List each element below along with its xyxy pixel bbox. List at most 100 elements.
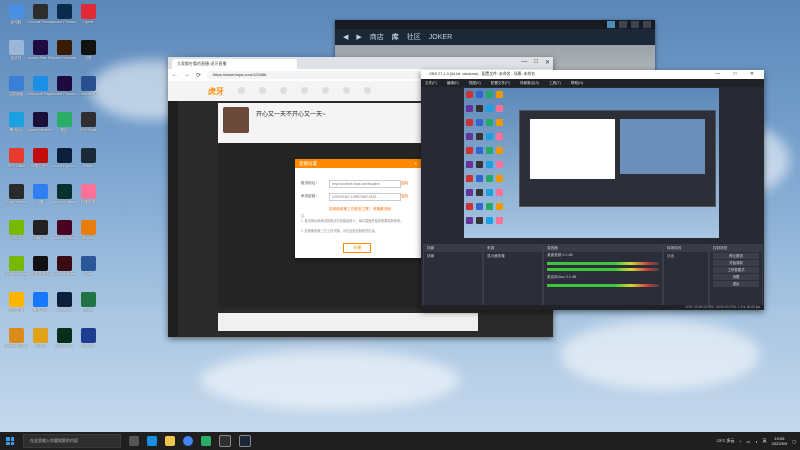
obs-window-controls[interactable]: — □ ✕ bbox=[715, 70, 760, 79]
steam-forward-icon[interactable]: ▶ bbox=[356, 33, 361, 41]
ime-indicator[interactable]: 英 bbox=[763, 438, 767, 444]
desktop-icon[interactable]: Adobe Illustrator bbox=[52, 40, 76, 70]
desktop-icon[interactable]: 控制面板 bbox=[4, 76, 28, 106]
desktop-icon[interactable]: 虎牙直播 bbox=[4, 292, 28, 322]
edge-icon[interactable] bbox=[147, 436, 157, 446]
desktop-icon[interactable]: 迅雷 bbox=[28, 184, 52, 214]
desktop-icon[interactable]: Adobe Photoshop bbox=[52, 4, 76, 34]
obs-menu-item[interactable]: 配置文件(P) bbox=[491, 81, 510, 85]
start-button[interactable] bbox=[3, 434, 17, 448]
reload-icon[interactable]: ⟳ bbox=[196, 72, 201, 79]
back-icon[interactable]: ← bbox=[172, 72, 178, 78]
huya-logo[interactable]: 虎牙 bbox=[208, 86, 224, 97]
stop-stream-button[interactable]: 停止推流 bbox=[713, 253, 759, 259]
steam-back-icon[interactable]: ◀ bbox=[343, 33, 348, 41]
desktop-icon[interactable]: WPS Office bbox=[4, 148, 28, 178]
steam-nav-store[interactable]: 商店 bbox=[370, 32, 384, 42]
desktop-icon[interactable]: NVIDIA bbox=[4, 220, 28, 250]
steam-icon[interactable] bbox=[239, 435, 251, 447]
source-item[interactable]: 显示器采集 bbox=[484, 252, 542, 261]
desktop-icon[interactable]: Steam bbox=[76, 148, 100, 178]
dialog-close-icon[interactable]: × bbox=[414, 161, 417, 166]
wechat-icon[interactable] bbox=[201, 436, 211, 446]
steam-nav-library[interactable]: 库 bbox=[392, 32, 399, 42]
obs-menu-item[interactable]: 视图(V) bbox=[469, 81, 481, 85]
server-field[interactable]: rtmp://al.direct.huya.com/huyalive bbox=[329, 180, 401, 188]
obs-window[interactable]: OBS 27.1.3 (64-bit, windows) - 配置文件: 未命名… bbox=[421, 70, 764, 310]
desktop-icon-label: Word bbox=[83, 272, 93, 276]
desktop-icon[interactable]: Microsoft Edge bbox=[28, 76, 52, 106]
start-recording-button[interactable]: 开始录制 bbox=[713, 260, 759, 266]
hint-link[interactable]: 如何使用第三方推流工具？ 获取推流码 bbox=[329, 207, 391, 212]
steam-nav-user[interactable]: JOKER bbox=[429, 34, 452, 41]
desktop-icon[interactable]: DaVinci Resolve bbox=[28, 4, 52, 34]
desktop-icon[interactable]: Adobe InDesign bbox=[52, 220, 76, 250]
steam-nav-community[interactable]: 社区 bbox=[407, 32, 421, 42]
obs-preview[interactable] bbox=[464, 88, 719, 238]
desktop-icon[interactable]: Epic Games bbox=[4, 184, 28, 214]
desktop-icon[interactable]: PUBG bbox=[28, 328, 52, 358]
weather-widget[interactable]: 23°C 多云 bbox=[716, 438, 734, 444]
desktop-icon[interactable]: 抖音 bbox=[76, 40, 100, 70]
start-live-button[interactable]: 开播 bbox=[343, 243, 371, 253]
steam-titlebar[interactable] bbox=[335, 20, 655, 29]
chrome-icon[interactable] bbox=[183, 436, 193, 446]
desktop-icon[interactable]: 剪映专业版 bbox=[28, 256, 52, 286]
desktop-icon[interactable]: Excel bbox=[76, 292, 100, 322]
close-icon[interactable]: ✕ bbox=[545, 59, 550, 66]
transition-select[interactable]: 淡出 bbox=[664, 252, 708, 261]
desktop-icon[interactable]: Adobe After Effects bbox=[28, 40, 52, 70]
notification-icon[interactable]: ▢ bbox=[792, 439, 796, 444]
obs-title: OBS 27.1.3 (64-bit, windows) - 配置文件: 未命名… bbox=[429, 72, 535, 76]
desktop-icon[interactable]: Adobe Media Encoder bbox=[28, 112, 52, 142]
exit-button[interactable]: 退出 bbox=[713, 281, 759, 287]
desktop-icon[interactable]: Adobe Animate bbox=[52, 256, 76, 286]
desktop-icon[interactable]: OBS Studio bbox=[76, 112, 100, 142]
settings-button[interactable]: 设置 bbox=[713, 274, 759, 280]
desktop-icon[interactable]: Adobe Dw bbox=[52, 328, 76, 358]
desktop-icon[interactable]: Aim Lab bbox=[76, 328, 100, 358]
studio-mode-button[interactable]: 工作室模式 bbox=[713, 267, 759, 273]
volume-icon[interactable]: ◖ bbox=[755, 439, 757, 444]
forward-icon[interactable]: → bbox=[184, 72, 190, 78]
taskbar-search[interactable]: 在这里输入你要搜索的内容 bbox=[23, 434, 121, 448]
task-view-icon[interactable] bbox=[129, 436, 139, 446]
copy-server-button[interactable]: 复制 bbox=[401, 181, 408, 186]
desktop-icon[interactable]: Adobe Audition bbox=[52, 184, 76, 214]
key-field[interactable]: 1199979467-1199979467-5152... bbox=[329, 193, 401, 201]
desktop-icon[interactable]: 哔哩哔哩 bbox=[76, 184, 100, 214]
copy-key-button[interactable]: 复制 bbox=[401, 194, 408, 199]
desktop-icon[interactable]: Adobe Lightroom bbox=[52, 148, 76, 178]
desktop-icon[interactable]: 网易云音乐 bbox=[28, 148, 52, 178]
clock[interactable]: 19:06 2022/5/9 bbox=[772, 436, 788, 446]
app-icon bbox=[80, 4, 96, 19]
desktop-icon[interactable]: Cinema 4D bbox=[76, 76, 100, 106]
obs-menu-item[interactable]: 场景集合(S) bbox=[520, 81, 539, 85]
desktop-icon[interactable]: 微信 bbox=[52, 112, 76, 142]
obs-menu-item[interactable]: 编辑(E) bbox=[447, 81, 459, 85]
desktop-icon[interactable]: Blender bbox=[76, 220, 100, 250]
desktop-icon[interactable]: 此电脑 bbox=[4, 4, 28, 34]
desktop-icon[interactable]: 腾讯会议 bbox=[28, 292, 52, 322]
desktop-icon[interactable]: 腾讯QQ bbox=[4, 112, 28, 142]
desktop-icon[interactable]: Adobe Premiere bbox=[52, 76, 76, 106]
desktop-icon[interactable]: GeForce Experience bbox=[4, 256, 28, 286]
obs-menu-item[interactable]: 帮助(H) bbox=[571, 81, 583, 85]
tray-chevron-icon[interactable]: ^ bbox=[740, 439, 742, 444]
desktop-icon[interactable]: Opera bbox=[76, 4, 100, 34]
scene-item[interactable]: 场景 bbox=[424, 252, 482, 261]
minimize-icon[interactable]: — bbox=[521, 59, 527, 66]
avatar[interactable] bbox=[223, 107, 249, 133]
network-icon[interactable]: ▭ bbox=[746, 439, 750, 444]
desktop-icon[interactable]: Counter-Strike bbox=[4, 328, 28, 358]
explorer-icon[interactable] bbox=[165, 436, 175, 446]
desktop-icon[interactable]: 回收站 bbox=[4, 40, 28, 70]
browser-tab[interactable]: 大家都在看的直播·虎牙直播 bbox=[172, 59, 297, 69]
desktop-icon[interactable]: Adobe Lrc bbox=[52, 292, 76, 322]
desktop-icon[interactable]: Unity Hub bbox=[28, 220, 52, 250]
obs-menu-item[interactable]: 工具(T) bbox=[549, 81, 561, 85]
obs-menu-item[interactable]: 文件(F) bbox=[425, 81, 437, 85]
obs-icon[interactable] bbox=[219, 435, 231, 447]
maximize-icon[interactable]: □ bbox=[534, 59, 538, 66]
desktop-icon[interactable]: Word bbox=[76, 256, 100, 286]
